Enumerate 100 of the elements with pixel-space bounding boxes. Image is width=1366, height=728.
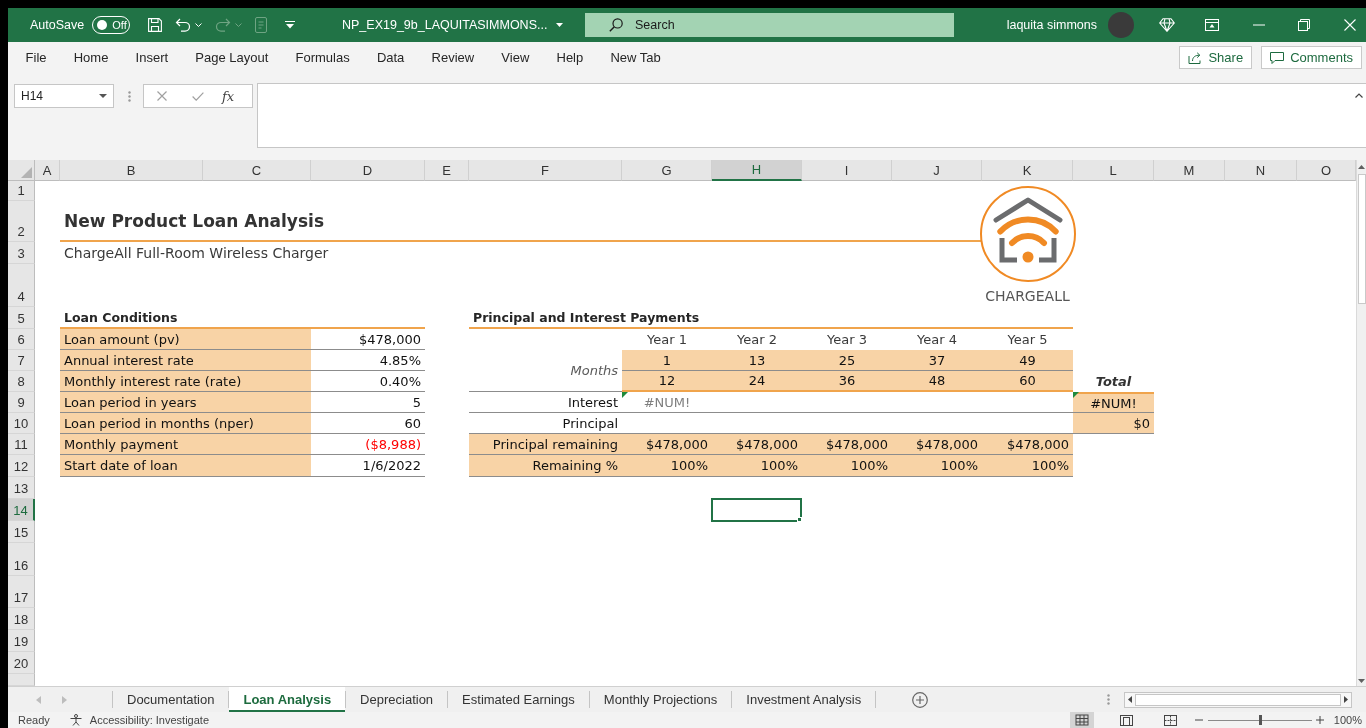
fill-handle[interactable]: [797, 517, 802, 522]
table-cell: Start date of loan: [60, 455, 311, 477]
vertical-scrollbar[interactable]: [1356, 160, 1366, 686]
status-text: Ready: [18, 714, 50, 726]
column-header[interactable]: G: [622, 160, 712, 181]
column-header[interactable]: J: [892, 160, 982, 181]
row-header[interactable]: 13: [8, 477, 35, 499]
row-header[interactable]: 5: [8, 307, 35, 329]
scrollbar-thumb[interactable]: [1135, 693, 1341, 706]
section-heading: Loan Conditions: [64, 309, 178, 325]
add-sheet-icon[interactable]: [912, 691, 929, 708]
column-header[interactable]: N: [1225, 160, 1297, 181]
column-header[interactable]: O: [1297, 160, 1356, 181]
row-header[interactable]: 12: [8, 455, 35, 477]
ribbon-tab[interactable]: Formulas: [281, 42, 364, 73]
cell-value: #NUM!: [643, 394, 691, 410]
row-header[interactable]: 15: [8, 521, 35, 543]
row-header[interactable]: 4: [8, 264, 35, 307]
slider-thumb[interactable]: [1258, 715, 1262, 725]
row-header[interactable]: 14: [8, 499, 35, 521]
sheet-tab[interactable]: Documentation: [113, 687, 229, 712]
grid-view-icon[interactable]: [1069, 712, 1094, 728]
window-layout-icon[interactable]: [1205, 19, 1219, 31]
row-header[interactable]: 1: [8, 181, 35, 201]
caret-down-icon[interactable]: [1358, 679, 1365, 683]
row-header[interactable]: 9: [8, 392, 35, 413]
ribbon-tab[interactable]: Page Layout: [181, 42, 282, 73]
row-header[interactable]: 10: [8, 413, 35, 434]
column-header[interactable]: L: [1073, 160, 1154, 181]
row-header[interactable]: 2: [8, 201, 35, 242]
search-field[interactable]: Search: [585, 13, 954, 37]
sheet-tab[interactable]: Depreciation: [346, 687, 448, 712]
function-button[interactable]: fx: [220, 88, 237, 104]
active-cell-outline[interactable]: [711, 498, 802, 522]
row-header[interactable]: 11: [8, 434, 35, 455]
caret-right-icon[interactable]: [1344, 696, 1348, 703]
diamond-icon[interactable]: [1159, 18, 1175, 32]
column-header[interactable]: D: [311, 160, 425, 181]
file-name[interactable]: NP_EX19_9b_LAQUITASIMMONS...: [342, 18, 548, 32]
caret-down-icon[interactable]: [556, 23, 564, 27]
column-header[interactable]: K: [982, 160, 1073, 181]
ribbon-tab[interactable]: Insert: [122, 42, 182, 73]
split-page-view-icon[interactable]: [1163, 714, 1177, 726]
zoom-in-icon[interactable]: [1315, 716, 1324, 724]
accessibility-icon[interactable]: [69, 714, 82, 726]
caret-left-icon[interactable]: [1128, 696, 1132, 703]
ribbon-tab[interactable]: Home: [60, 42, 122, 73]
ribbon-tab[interactable]: Data: [363, 42, 418, 73]
table-cell: 60: [982, 371, 1073, 392]
caret-up-icon[interactable]: [1355, 93, 1363, 98]
scrollbar-thumb[interactable]: [1357, 174, 1366, 304]
column-header[interactable]: E: [425, 160, 469, 181]
close-icon[interactable]: [1344, 19, 1356, 31]
comments-button[interactable]: Comments: [1261, 46, 1362, 69]
caret-up-icon[interactable]: [1358, 165, 1365, 169]
page-view-icon[interactable]: [1119, 714, 1133, 726]
save-icon[interactable]: [148, 18, 163, 32]
share-button[interactable]: Share: [1179, 46, 1253, 69]
table-cell: Monthly interest rate (rate): [60, 371, 311, 392]
column-header[interactable]: F: [469, 160, 622, 181]
cell-value: ($8,988): [365, 436, 421, 452]
column-heading: Year 2: [737, 332, 777, 347]
row-header[interactable]: 18: [8, 608, 35, 630]
ribbon-tab[interactable]: Help: [542, 42, 597, 73]
ribbon-tab[interactable]: View: [487, 42, 543, 73]
name-box[interactable]: H14: [14, 84, 114, 108]
sheet-tab[interactable]: Estimated Earnings: [448, 687, 589, 712]
user-name[interactable]: laquita simmons: [1006, 18, 1097, 32]
caret-down-icon[interactable]: [99, 94, 107, 98]
row-header[interactable]: 20: [8, 652, 35, 674]
row-header[interactable]: 7: [8, 350, 35, 371]
row-header[interactable]: 6: [8, 329, 35, 350]
ribbon-tab[interactable]: New Tab: [596, 42, 675, 73]
undo-icon[interactable]: [175, 18, 192, 32]
row-header[interactable]: 8: [8, 371, 35, 392]
sheet-tab[interactable]: Loan Analysis: [229, 687, 346, 712]
horizontal-scrollbar[interactable]: [1124, 691, 1352, 708]
column-header[interactable]: B: [60, 160, 203, 181]
column-header[interactable]: I: [802, 160, 892, 181]
column-header[interactable]: C: [203, 160, 311, 181]
sheet-tab[interactable]: Monthly Projections: [589, 687, 732, 712]
row-header[interactable]: 3: [8, 242, 35, 264]
formula-field[interactable]: [257, 83, 1366, 148]
restore-icon[interactable]: [1298, 19, 1310, 31]
accessibility-status[interactable]: Accessibility: Investigate: [89, 714, 209, 726]
sheet-tab[interactable]: Investment Analysis: [732, 687, 876, 712]
column-header[interactable]: M: [1154, 160, 1225, 181]
zoom-level[interactable]: 100%: [1333, 714, 1362, 726]
row-header[interactable]: 16: [8, 543, 35, 576]
customize-icon[interactable]: [285, 21, 296, 29]
sheet-subtitle: ChargeAll Full-Room Wireless Charger: [64, 245, 329, 261]
row-header[interactable]: 19: [8, 630, 35, 652]
cancel-icon[interactable]: [157, 91, 167, 101]
table-cell: 36: [802, 371, 892, 392]
check-icon[interactable]: [192, 91, 204, 101]
row-header[interactable]: 17: [8, 576, 35, 608]
column-header[interactable]: A: [35, 160, 60, 181]
column-header[interactable]: H: [712, 160, 802, 181]
ribbon-tab[interactable]: Review: [417, 42, 488, 73]
ribbon-tab[interactable]: File: [12, 42, 61, 73]
